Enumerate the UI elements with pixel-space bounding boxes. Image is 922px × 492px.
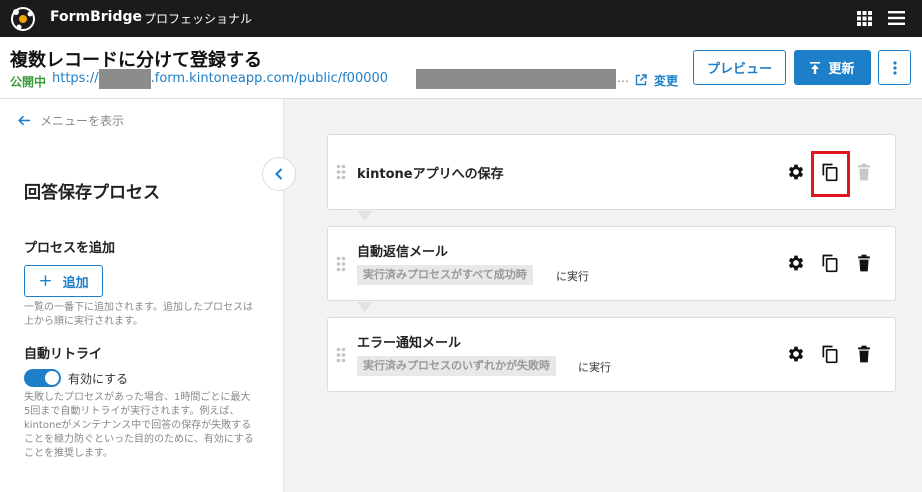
flow-connector — [357, 211, 373, 221]
condition-tag: 実行済みプロセスのいずれかが失敗時 — [357, 356, 556, 376]
auto-retry-toggle[interactable] — [24, 369, 61, 387]
gear-icon[interactable] — [786, 253, 806, 273]
hamburger-menu-icon[interactable] — [888, 11, 905, 25]
process-card-error-notify: エラー通知メール 実行済みプロセスのいずれかが失敗時 に実行 — [327, 317, 896, 392]
redaction-mask — [99, 69, 151, 89]
formbridge-logo-icon[interactable] — [10, 6, 36, 32]
process-card-auto-reply: 自動返信メール 実行済みプロセスがすべて成功時 に実行 — [327, 226, 896, 301]
more-options-button[interactable] — [878, 50, 911, 85]
auto-retry-heading: 自動リトライ — [24, 347, 103, 362]
plus-icon: + — [38, 270, 53, 291]
plan-label: プロフェッショナル — [144, 12, 253, 26]
trash-icon — [858, 163, 870, 181]
app-grid-icon[interactable] — [857, 11, 872, 26]
toggle-knob — [45, 371, 59, 385]
copy-icon[interactable] — [820, 253, 840, 273]
drag-handle-icon[interactable] — [336, 347, 346, 363]
brand-name[interactable]: FormBridge — [50, 9, 142, 25]
add-help-text: 一覧の一番下に追加されます。追加したプロセスは上から順に実行されます。 — [24, 302, 253, 327]
add-process-button[interactable]: + 追加 — [24, 265, 103, 297]
redaction-mask — [416, 69, 616, 89]
chevron-left-icon — [275, 168, 283, 180]
auto-retry-help-text: 失敗したプロセスがあった場合、1時間ごとに最大5回まで自動リトライが実行されます… — [24, 392, 254, 459]
condition-tag: 実行済みプロセスがすべて成功時 — [357, 265, 533, 285]
section-title: 回答保存プロセス — [24, 183, 160, 203]
update-button-label: 更新 — [828, 62, 855, 77]
show-menu-link[interactable]: メニューを表示 — [18, 112, 124, 129]
process-title: エラー通知メール — [357, 336, 462, 351]
flow-connector — [357, 302, 373, 312]
change-url-link[interactable]: 変更 — [654, 72, 678, 89]
form-header: 複数レコードに分けて登録する 公開中 https://.form.kintone… — [0, 37, 922, 99]
external-link-icon[interactable] — [635, 74, 647, 86]
top-bar: FormBridge プロフェッショナル — [0, 0, 922, 37]
vertical-dots-icon — [892, 60, 897, 75]
trash-icon[interactable] — [854, 253, 874, 273]
gear-icon[interactable] — [786, 344, 806, 364]
drag-handle-icon[interactable] — [336, 164, 346, 180]
copy-icon[interactable] — [820, 344, 840, 364]
trash-icon[interactable] — [854, 344, 874, 364]
condition-suffix: に実行 — [556, 270, 589, 283]
condition-suffix: に実行 — [578, 361, 611, 374]
add-button-label: 追加 — [62, 275, 89, 291]
status-badge: 公開中 — [10, 75, 47, 89]
settings-panel: メニューを表示 回答保存プロセス プロセスを追加 + 追加 一覧の一番下に追加さ… — [0, 99, 284, 492]
url-body: .form.kintoneapp.com/public/f00000 — [150, 71, 389, 86]
show-menu-label: メニューを表示 — [40, 114, 125, 128]
publish-arrow-icon — [810, 61, 821, 74]
arrow-left-icon — [18, 115, 30, 126]
process-title: 自動返信メール — [357, 245, 449, 260]
highlight-box — [811, 151, 850, 197]
update-button[interactable]: 更新 — [794, 50, 871, 85]
add-process-heading: プロセスを追加 — [24, 241, 116, 256]
auto-retry-toggle-label[interactable]: 有効にする — [68, 370, 128, 387]
preview-button[interactable]: プレビュー — [693, 50, 786, 85]
drag-handle-icon[interactable] — [336, 256, 346, 272]
url-prefix: https:// — [52, 71, 99, 86]
preview-button-label: プレビュー — [706, 62, 772, 77]
collapse-panel-button[interactable] — [262, 157, 296, 191]
url-ellipsis: … — [617, 71, 629, 85]
process-title: kintoneアプリへの保存 — [357, 167, 504, 182]
gear-icon[interactable] — [786, 162, 806, 182]
